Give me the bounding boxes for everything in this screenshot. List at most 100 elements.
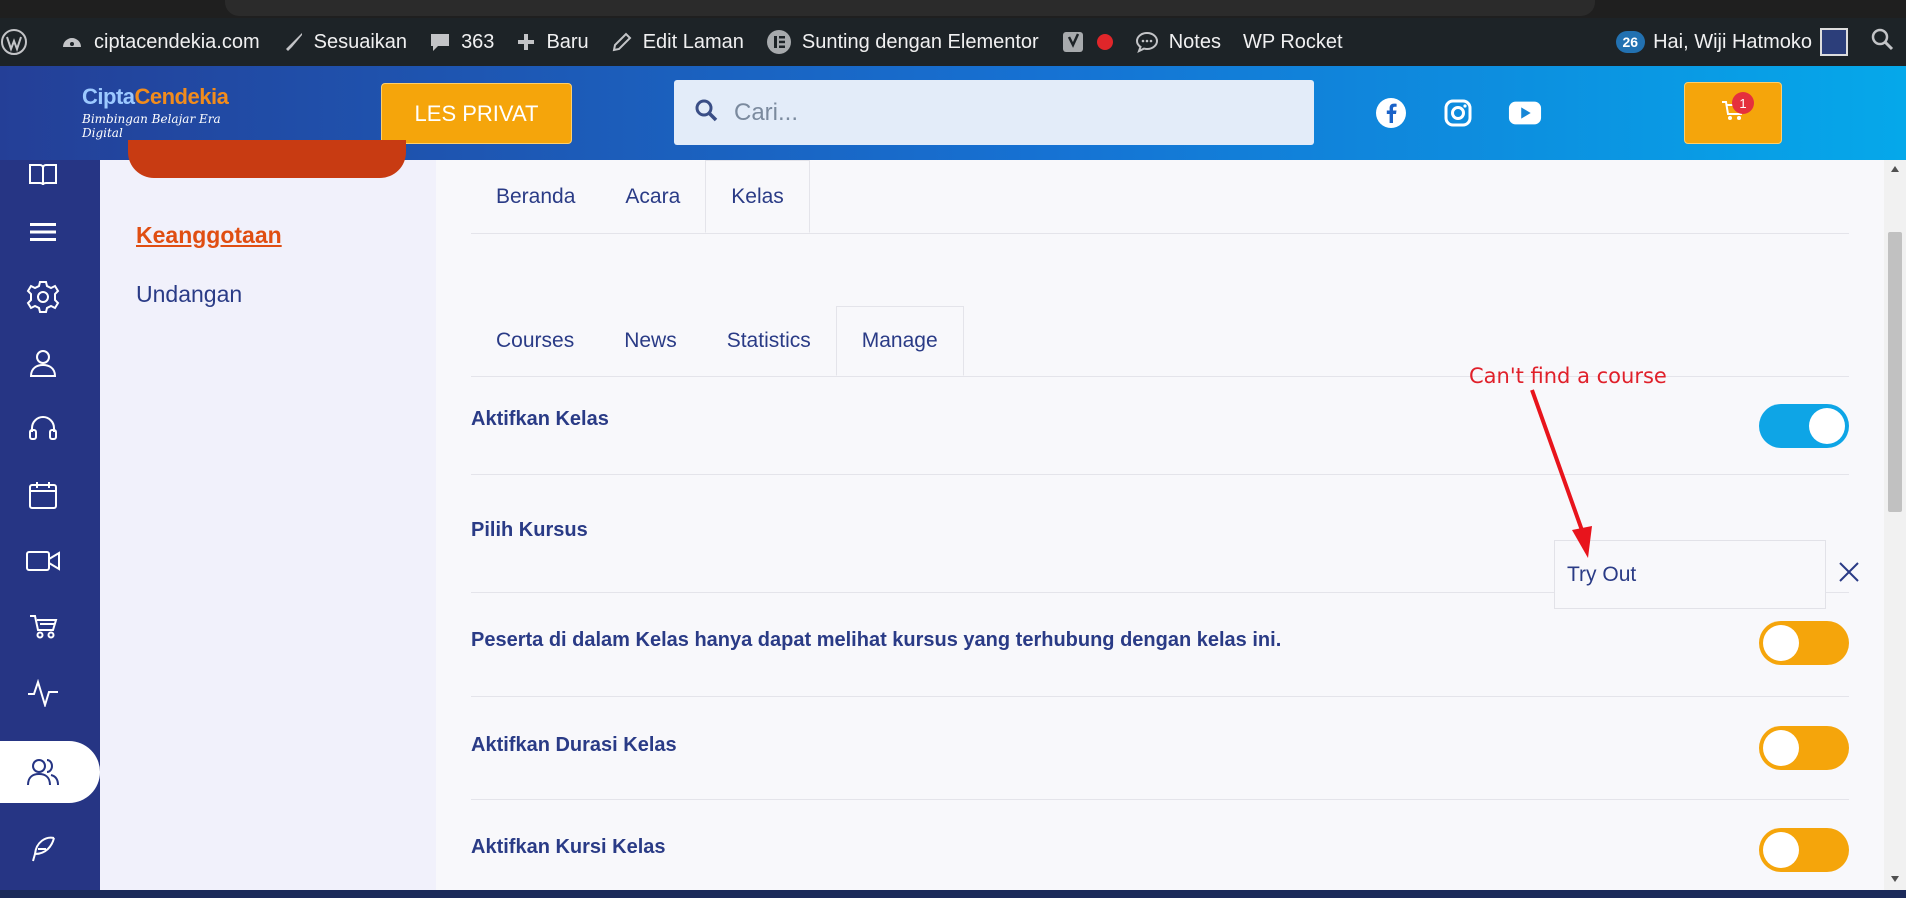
duration-toggle[interactable]	[1759, 726, 1849, 770]
primary-tabs: Beranda Acara Kelas	[471, 160, 1849, 234]
yoast-seo-button[interactable]	[1050, 18, 1124, 66]
notes-link[interactable]: Notes	[1124, 18, 1232, 66]
comment-icon	[429, 31, 451, 53]
search-icon	[694, 98, 718, 127]
seo-status-dot	[1096, 34, 1113, 50]
cart-button[interactable]: 1	[1684, 82, 1782, 144]
setting-label: Aktifkan Kursi Kelas	[471, 836, 666, 858]
users-icon[interactable]	[22, 751, 64, 793]
wordpress-icon	[0, 28, 28, 56]
setting-row-activate-class: Aktifkan Kelas	[471, 376, 1849, 475]
admin-search-button[interactable]	[1859, 18, 1906, 66]
setting-label: Aktifkan Kelas	[471, 408, 609, 430]
toggle-knob	[1763, 625, 1799, 661]
edit-page-label: Edit Laman	[642, 30, 744, 53]
customize-link[interactable]: Sesuaikan	[271, 18, 418, 66]
annotation-arrow	[1530, 389, 1592, 558]
youtube-icon[interactable]	[1508, 96, 1542, 130]
tab-acara[interactable]: Acara	[600, 160, 705, 233]
new-content-link[interactable]: Baru	[505, 18, 599, 66]
logo-wordmark: CiptaCendekia	[82, 84, 229, 109]
scroll-up-arrow-icon[interactable]	[1890, 164, 1900, 174]
logo-tagline: Bimbingan Belajar Era Digital	[82, 112, 221, 140]
wp-rocket-link[interactable]: WP Rocket	[1232, 18, 1354, 66]
activity-icon[interactable]	[22, 672, 64, 714]
book-icon[interactable]	[22, 154, 64, 196]
user-icon[interactable]	[22, 342, 64, 384]
gear-icon[interactable]	[22, 276, 64, 318]
tab-news[interactable]: News	[599, 306, 702, 376]
participants-toggle[interactable]	[1759, 621, 1849, 665]
menu-icon[interactable]	[22, 211, 64, 253]
icon-sidebar	[0, 160, 100, 898]
activate-class-toggle[interactable]	[1759, 404, 1849, 448]
customize-label: Sesuaikan	[313, 30, 408, 53]
speech-bubble-icon	[1135, 30, 1159, 54]
wp-rocket-label: WP Rocket	[1242, 30, 1343, 53]
tab-kelas[interactable]: Kelas	[705, 160, 810, 233]
sidebar-action-button[interactable]	[128, 140, 406, 178]
search-icon	[1870, 27, 1894, 57]
cart-count-badge: 1	[1732, 92, 1754, 114]
setting-row-duration: Aktifkan Durasi Kelas	[471, 697, 1849, 800]
elementor-icon	[766, 29, 792, 55]
video-icon[interactable]	[22, 540, 64, 582]
notes-label: Notes	[1168, 30, 1221, 53]
browser-top-strip	[0, 0, 1906, 18]
les-privat-button[interactable]: LES PRIVAT	[381, 83, 572, 144]
toggle-knob	[1763, 832, 1799, 868]
headset-icon[interactable]	[22, 408, 64, 450]
facebook-icon[interactable]	[1374, 96, 1408, 130]
plus-icon	[516, 32, 536, 52]
brush-icon	[282, 31, 304, 53]
calendar-icon[interactable]	[22, 474, 64, 516]
bottom-strip	[0, 890, 1906, 898]
edit-page-link[interactable]: Edit Laman	[600, 18, 755, 66]
new-label: Baru	[546, 30, 589, 53]
close-icon	[1838, 561, 1860, 588]
main-content: Beranda Acara Kelas Courses News Statist…	[436, 160, 1884, 898]
yoast-icon	[1061, 29, 1087, 55]
site-name: ciptacendekia.com	[94, 30, 260, 53]
sub-sidebar: Keanggotaan Undangan	[100, 140, 436, 898]
site-logo[interactable]: CiptaCendekia Bimbingan Belajar Era Digi…	[82, 84, 262, 142]
annotation-text: Can't find a course	[1469, 364, 1667, 388]
setting-row-seats: Aktifkan Kursi Kelas	[471, 800, 1849, 898]
tab-courses[interactable]: Courses	[471, 306, 599, 376]
scroll-down-arrow-icon[interactable]	[1890, 874, 1900, 884]
seats-toggle[interactable]	[1759, 828, 1849, 872]
page-scrollbar[interactable]	[1884, 160, 1906, 890]
feather-icon[interactable]	[22, 828, 64, 870]
wp-admin-bar: ciptacendekia.com Sesuaikan 363 Baru Edi…	[0, 18, 1906, 66]
site-search	[674, 80, 1314, 145]
pencil-icon	[611, 31, 633, 53]
setting-label: Aktifkan Durasi Kelas	[471, 734, 677, 756]
comments-count: 363	[461, 30, 495, 53]
setting-row-participants: Peserta di dalam Kelas hanya dapat melih…	[471, 593, 1849, 697]
site-name-link[interactable]: ciptacendekia.com	[49, 18, 271, 66]
setting-label: Peserta di dalam Kelas hanya dapat melih…	[471, 629, 1282, 651]
comments-link[interactable]: 363	[418, 18, 505, 66]
tab-statistics[interactable]: Statistics	[702, 306, 836, 376]
selected-course-value: Try Out	[1567, 562, 1637, 586]
greeting: Hai, Wiji Hatmoko	[1653, 30, 1812, 53]
search-input[interactable]	[734, 98, 1294, 127]
elementor-link[interactable]: Sunting dengan Elementor	[755, 18, 1050, 66]
elementor-label: Sunting dengan Elementor	[801, 30, 1039, 53]
toggle-knob	[1809, 408, 1845, 444]
avatar	[1820, 28, 1848, 56]
cart-icon[interactable]	[22, 605, 64, 647]
toggle-knob	[1763, 730, 1799, 766]
instagram-icon[interactable]	[1441, 96, 1475, 130]
tab-beranda[interactable]: Beranda	[471, 160, 600, 233]
sidebar-item-keanggotaan[interactable]: Keanggotaan	[136, 222, 282, 249]
wordpress-logo-button[interactable]	[0, 18, 49, 66]
tab-manage[interactable]: Manage	[835, 306, 964, 376]
scrollbar-thumb[interactable]	[1888, 232, 1902, 512]
dashboard-icon	[60, 30, 84, 54]
sidebar-item-undangan[interactable]: Undangan	[136, 281, 242, 308]
setting-label: Pilih Kursus	[471, 519, 588, 541]
account-link[interactable]: 26 Hai, Wiji Hatmoko	[1605, 18, 1860, 66]
browser-tab-area	[225, 0, 1595, 16]
updates-badge: 26	[1615, 31, 1646, 53]
